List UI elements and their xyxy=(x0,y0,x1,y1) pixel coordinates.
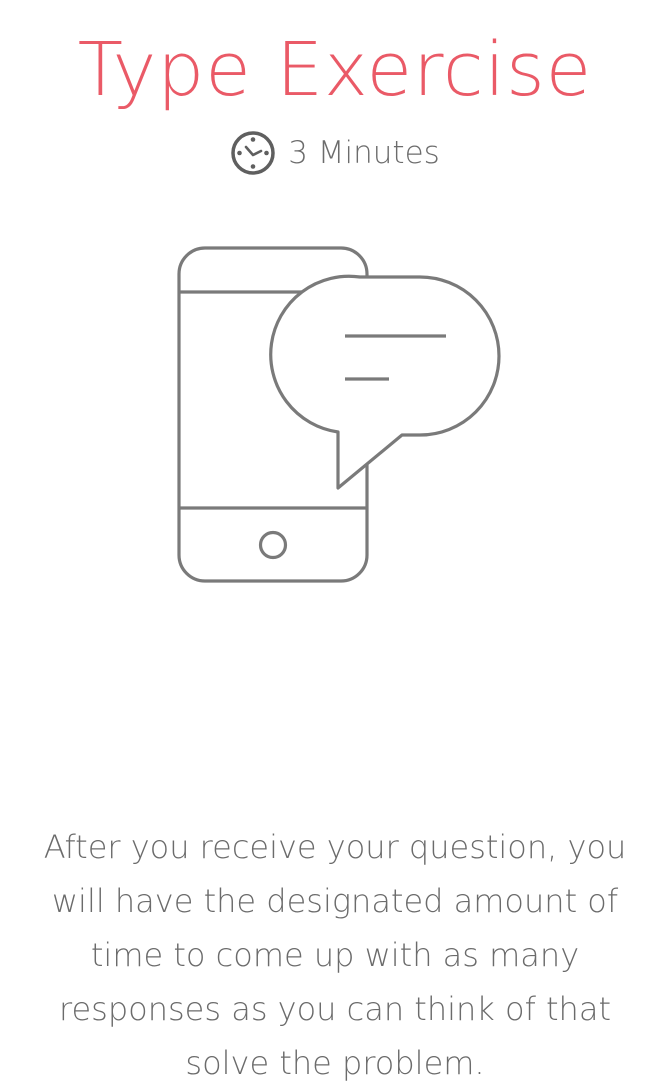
page-title: Type Exercise xyxy=(77,27,593,113)
phone-with-chat-bubble-icon xyxy=(177,246,501,583)
duration-row: 3 Minutes xyxy=(0,130,670,176)
duration-label: 3 Minutes xyxy=(288,135,440,171)
clock-icon xyxy=(231,131,275,175)
instructions-text: After you receive your question, you wil… xyxy=(43,828,627,1082)
chat-bubble-icon xyxy=(269,274,501,490)
